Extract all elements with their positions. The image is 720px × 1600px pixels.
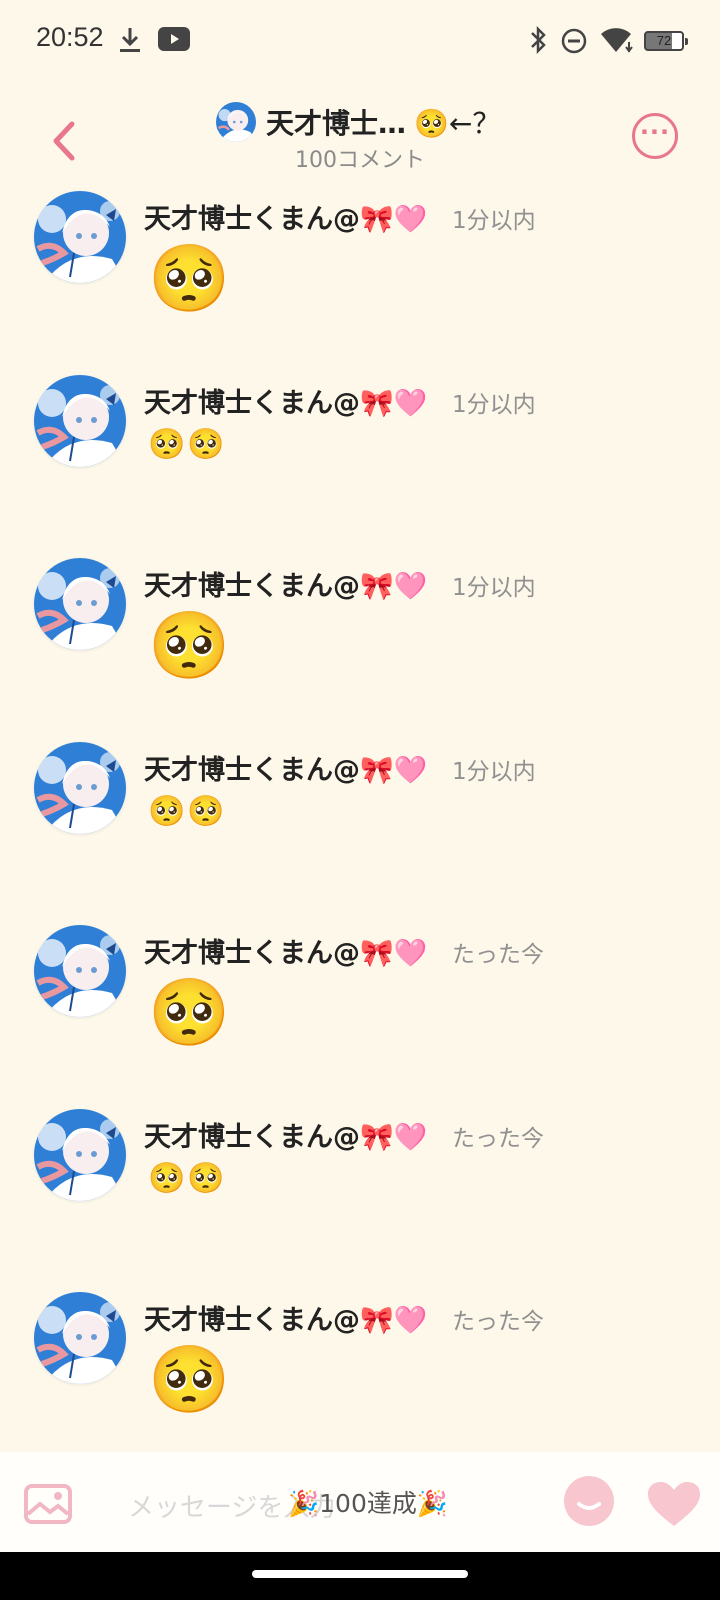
message-item: 天才博士くまん@🎀🩷 たった今 🥺 bbox=[0, 919, 720, 1103]
milestone-overlay: 🎉100達成🎉 bbox=[288, 1489, 448, 1518]
message-time: たった今 bbox=[452, 942, 544, 968]
message-item: 天才博士くまん@🎀🩷 1分以内 🥺 bbox=[0, 552, 720, 736]
battery-indicator: 72 bbox=[644, 31, 688, 51]
download-icon bbox=[118, 26, 142, 58]
message-author[interactable]: 天才博士くまん@🎀🩷 bbox=[144, 1115, 427, 1154]
avatar-image bbox=[34, 1292, 126, 1384]
chat-title: 天才博士… bbox=[266, 107, 407, 140]
smile-icon bbox=[577, 1502, 601, 1510]
user-avatar[interactable] bbox=[34, 374, 126, 467]
composer-bar: メッセージを入力 🎉100達成🎉 bbox=[0, 1452, 720, 1552]
message-item: 天才博士くまん@🎀🩷 たった今 🥺🥺 bbox=[0, 1103, 720, 1287]
image-icon bbox=[24, 1484, 72, 1524]
message-author[interactable]: 天才博士くまん@🎀🩷 bbox=[144, 748, 427, 787]
avatar-image bbox=[34, 374, 126, 467]
youtube-icon bbox=[158, 27, 190, 55]
status-bar: 20:52 72 bbox=[0, 0, 720, 80]
wifi-icon bbox=[600, 26, 636, 58]
avatar-image bbox=[34, 741, 126, 834]
message-author[interactable]: 天才博士くまん@🎀🩷 bbox=[144, 197, 427, 236]
home-indicator[interactable] bbox=[252, 1570, 468, 1578]
message-author[interactable]: 天才博士くまん@🎀🩷 bbox=[144, 564, 427, 603]
message-text[interactable]: 🥺 bbox=[148, 243, 230, 315]
message-text[interactable]: 🥺 bbox=[148, 977, 230, 1049]
message-author[interactable]: 天才博士くまん@🎀🩷 bbox=[144, 381, 427, 420]
do-not-disturb-icon bbox=[560, 27, 588, 59]
bluetooth-icon bbox=[528, 25, 548, 59]
user-avatar[interactable] bbox=[34, 191, 126, 283]
comment-count: 100コメント bbox=[295, 148, 425, 173]
system-nav-bar bbox=[0, 1552, 720, 1600]
avatar-image bbox=[34, 925, 126, 1017]
message-input[interactable]: メッセージを入力 🎉100達成🎉 bbox=[98, 1468, 618, 1536]
message-list[interactable]: 天才博士くまん@🎀🩷 1分以内 🥺 天才博士くまん@🎀🩷 1分以内 🥺🥺 天才博… bbox=[0, 185, 720, 1450]
ellipsis-icon: ··· bbox=[639, 118, 671, 146]
message-text[interactable]: 🥺🥺 bbox=[148, 427, 227, 463]
avatar-image bbox=[34, 1108, 126, 1201]
message-time: 1分以内 bbox=[452, 391, 536, 418]
message-text[interactable]: 🥺🥺 bbox=[148, 794, 227, 830]
message-author[interactable]: 天才博士くまん@🎀🩷 bbox=[144, 931, 427, 970]
status-time: 20:52 bbox=[36, 22, 104, 52]
message-item: 天才博士くまん@🎀🩷 1分以内 🥺🥺 bbox=[0, 369, 720, 553]
chat-title-suffix: 🥺←？ bbox=[414, 107, 501, 140]
avatar-image bbox=[216, 102, 256, 142]
message-time: たった今 bbox=[452, 1125, 544, 1152]
message-item: 天才博士くまん@🎀🩷 1分以内 🥺🥺 bbox=[0, 736, 720, 920]
message-time: 1分以内 bbox=[452, 575, 536, 601]
heart-icon bbox=[648, 1482, 700, 1526]
avatar-image bbox=[34, 558, 126, 650]
message-text[interactable]: 🥺🥺 bbox=[148, 1161, 227, 1197]
avatar-image bbox=[34, 191, 126, 283]
like-button[interactable] bbox=[646, 1480, 702, 1528]
more-options-button[interactable]: ··· bbox=[632, 113, 678, 159]
message-time: 1分以内 bbox=[452, 208, 536, 234]
user-avatar[interactable] bbox=[34, 1108, 126, 1201]
message-time: たった今 bbox=[452, 1309, 544, 1335]
message-text[interactable]: 🥺 bbox=[148, 1344, 230, 1416]
user-avatar[interactable] bbox=[34, 1292, 126, 1384]
image-upload-button[interactable] bbox=[24, 1484, 72, 1524]
user-avatar[interactable] bbox=[34, 558, 126, 650]
chat-header: 天才博士… 🥺←？ 100コメント ··· bbox=[0, 88, 720, 178]
message-text[interactable]: 🥺 bbox=[148, 610, 230, 682]
user-avatar[interactable] bbox=[34, 925, 126, 1017]
user-avatar[interactable] bbox=[34, 741, 126, 834]
message-time: 1分以内 bbox=[452, 758, 536, 785]
header-avatar[interactable] bbox=[216, 102, 256, 142]
message-author[interactable]: 天才博士くまん@🎀🩷 bbox=[144, 1298, 427, 1337]
message-item: 天才博士くまん@🎀🩷 たった今 🥺 bbox=[0, 1286, 720, 1450]
message-item: 天才博士くまん@🎀🩷 1分以内 🥺 bbox=[0, 185, 720, 369]
stamp-button[interactable] bbox=[564, 1476, 614, 1526]
